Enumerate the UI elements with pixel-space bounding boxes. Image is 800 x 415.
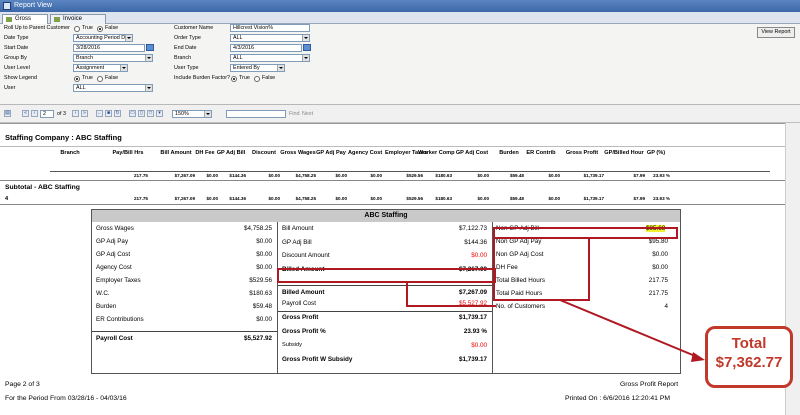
callout-total: $7,362.77 [715, 354, 783, 371]
callout-arrow [559, 299, 705, 362]
callout-title: Total [731, 335, 767, 352]
total-callout: Total $7,362.77 [705, 326, 793, 388]
arrow-head [691, 352, 705, 362]
arrow-line [559, 299, 701, 359]
